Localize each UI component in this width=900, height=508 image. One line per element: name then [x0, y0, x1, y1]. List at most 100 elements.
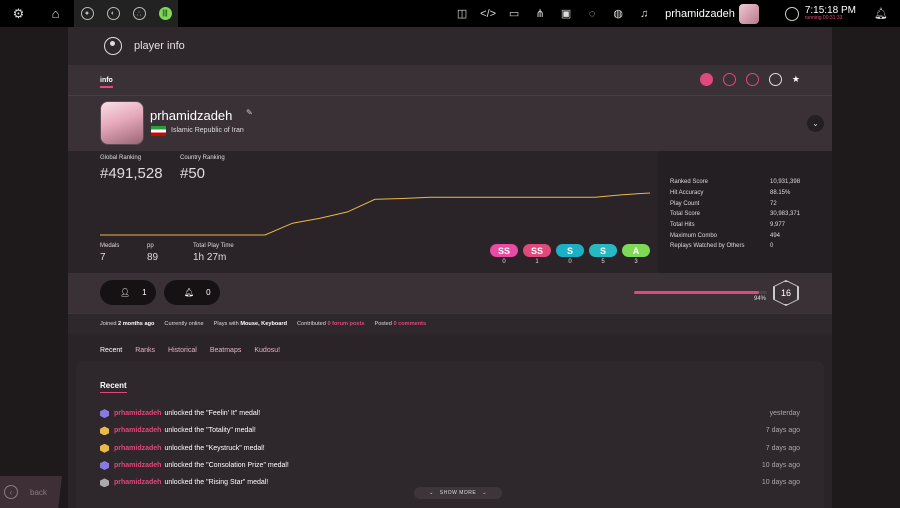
bell-icon: 🔔︎	[184, 288, 195, 297]
grade-a-badge: A	[622, 244, 650, 257]
globe-icon[interactable]: ◍	[605, 0, 631, 27]
medals-label: Medals	[100, 243, 120, 249]
stat-value: 10,931,398	[770, 179, 801, 186]
clock-running: running 00:31:33	[804, 15, 843, 21]
event-user-link[interactable]: prhamidzadeh	[114, 427, 161, 434]
ruleset-catch-icon[interactable]: ∴	[126, 0, 152, 27]
recent-section: Recent prhamidzadeh unlocked the "Feelin…	[76, 361, 824, 508]
playtime-label: Total Play Time	[193, 243, 234, 249]
stat-label: Play Count	[670, 200, 700, 207]
stat-label: Hit Accuracy	[670, 190, 704, 197]
stat-row: Hit Accuracy 88.15%	[670, 188, 832, 199]
grade-ss-count: 1	[535, 259, 539, 265]
event-user-link[interactable]: prhamidzadeh	[114, 479, 161, 486]
stat-value: 494	[770, 232, 781, 239]
music-icon[interactable]: ♫	[631, 0, 657, 27]
section-tab-recent[interactable]: Recent	[100, 347, 122, 354]
stat-label: Replays Watched by Others	[670, 243, 745, 250]
rank-graph-line	[100, 192, 650, 236]
posted-info: Posted 0 comments	[374, 321, 426, 327]
comments-link[interactable]: 0 comments	[393, 321, 426, 327]
user-info-line: Joined 2 months ago Currently online Pla…	[68, 313, 832, 334]
section-tab-kudosu[interactable]: Kudosu!	[254, 347, 280, 354]
medal-icon	[100, 461, 109, 471]
grade-ssh-badge: SS	[490, 244, 518, 257]
back-label: back	[30, 487, 47, 497]
detailed-stats: Ranked Score 10,931,398 Hit Accuracy 88.15…	[658, 151, 832, 273]
profile-tabbar: info ★	[68, 65, 832, 95]
person-icon	[104, 37, 122, 55]
gear-icon[interactable]: ⚙	[0, 0, 37, 27]
tablet-icon[interactable]: ▭	[501, 0, 527, 27]
event-user-link[interactable]: prhamidzadeh	[114, 445, 161, 452]
clock[interactable]: 7:15:18 PM running 00:31:33	[784, 6, 856, 21]
ruleset-selector: ● ◐ ∴ |||	[74, 0, 178, 27]
list-item: prhamidzadeh unlocked the "Consolation P…	[100, 457, 800, 474]
beatmap-icon[interactable]: ▣	[553, 0, 579, 27]
stat-value: 88.15%	[770, 190, 791, 197]
stat-row: Maximum Combo 494	[670, 230, 832, 241]
catch-ruleset-icon[interactable]	[745, 73, 759, 86]
list-item: prhamidzadeh unlocked the "Keystruck" me…	[100, 440, 800, 457]
osu-circle-icon: ●	[80, 7, 94, 20]
chevron-down-icon: ⌄	[482, 490, 487, 496]
event-time: 7 days ago	[765, 444, 800, 452]
contributed-info: Contributed 0 forum posts	[297, 321, 364, 327]
forum-posts-link[interactable]: 0 forum posts	[327, 321, 364, 327]
home-icon[interactable]: ⌂	[37, 0, 74, 27]
stat-label: Total Score	[670, 211, 701, 218]
followers-button[interactable]: 👤︎ 1	[100, 280, 156, 305]
chat-icon[interactable]: ◌	[579, 0, 605, 27]
joined-prefix: Joined	[100, 321, 117, 327]
taiko-ruleset-icon[interactable]	[722, 73, 736, 86]
ruleset-osu-icon[interactable]: ●	[74, 0, 100, 27]
mapping-subscribe-button[interactable]: 🔔︎ 0	[164, 280, 220, 305]
star-icon: ★	[791, 74, 800, 84]
grade-a: A 3	[622, 244, 650, 265]
discord-icon[interactable]: ◫	[449, 0, 475, 27]
medal-icon	[100, 409, 109, 419]
contributed-prefix: Contributed	[296, 321, 326, 327]
stat-label: Maximum Combo	[670, 232, 718, 239]
grade-s-count: 5	[601, 259, 605, 265]
expand-button[interactable]: ⌄	[807, 115, 824, 132]
grade-ssh-count: 0	[502, 259, 506, 265]
section-tab-historical[interactable]: Historical	[168, 347, 197, 354]
list-item: prhamidzadeh unlocked the "Feelin' It" m…	[100, 405, 800, 422]
back-button[interactable]: ‹ back	[0, 476, 62, 508]
medals-value: 7	[100, 252, 106, 263]
pp-value: 89	[147, 252, 159, 263]
tab-info[interactable]: info	[100, 77, 113, 88]
grade-s: S 5	[589, 244, 617, 265]
iran-flag-icon	[151, 126, 166, 136]
overlay-header: player info	[68, 27, 832, 65]
toolbar-avatar	[738, 3, 759, 24]
ruleset-mania-icon[interactable]: |||	[152, 0, 178, 27]
chevron-down-icon: ⌄	[812, 119, 819, 128]
event-time: yesterday	[769, 410, 800, 418]
edit-icon[interactable]: ✎	[246, 108, 253, 117]
rank-graph[interactable]	[100, 189, 650, 239]
show-more-button[interactable]: ⌄ SHOW MORE ⌄	[414, 487, 502, 499]
section-tab-ranks[interactable]: Ranks	[135, 347, 155, 354]
stat-value: 0	[770, 243, 774, 250]
mania-ruleset-icon[interactable]	[768, 73, 782, 86]
plays-value: Mouse, Keyboard	[240, 321, 287, 327]
hierarchy-icon[interactable]: ⋔	[527, 0, 553, 27]
osu-ruleset-icon[interactable]	[699, 73, 713, 86]
stat-label: Ranked Score	[670, 179, 709, 186]
section-tab-beatmaps[interactable]: Beatmaps	[210, 347, 242, 354]
event-time: 7 days ago	[765, 427, 800, 435]
event-user-link[interactable]: prhamidzadeh	[114, 410, 161, 417]
level-progress-percent: 94%	[754, 296, 767, 302]
mapping-subscribers-count: 0	[206, 288, 211, 297]
plays-prefix: Plays with	[213, 321, 239, 327]
chevron-down-icon: ⌄	[429, 490, 434, 496]
code-icon[interactable]: </>	[475, 0, 501, 27]
toolbar-user-button[interactable]: prhamidzadeh	[665, 3, 759, 24]
event-user-link[interactable]: prhamidzadeh	[114, 462, 161, 469]
bell-icon[interactable]: 🔔︎	[868, 0, 894, 27]
global-ranking-value: #491,528	[100, 165, 163, 182]
ruleset-taiko-icon[interactable]: ◐	[100, 0, 126, 27]
background-right	[832, 27, 900, 508]
